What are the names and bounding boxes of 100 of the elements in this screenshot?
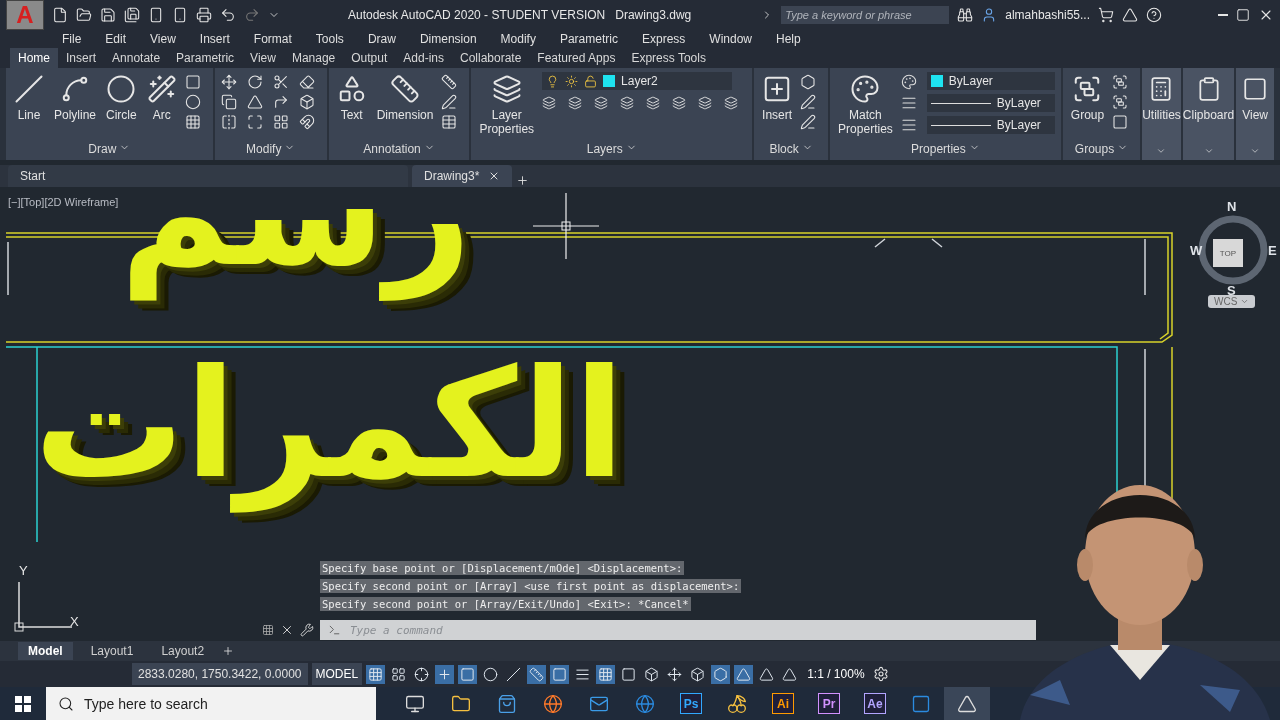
ribbon-tab[interactable]: Featured Apps <box>529 48 624 68</box>
close-icon[interactable] <box>488 170 500 182</box>
app-icon[interactable]: Pr <box>818 693 840 714</box>
tool-button[interactable]: Arc <box>144 72 179 124</box>
menu-item[interactable]: Tools <box>303 32 356 46</box>
panel-icon <box>1242 76 1269 102</box>
panel-title[interactable]: Draw <box>88 142 117 156</box>
menu-item[interactable]: Edit <box>93 32 139 46</box>
view-cube[interactable]: TOP <box>1213 239 1243 267</box>
panel-button[interactable]: Clipboard <box>1182 68 1235 160</box>
status-toggle[interactable] <box>366 664 386 684</box>
menu-item[interactable]: Format <box>241 32 304 46</box>
property-dropdown[interactable]: ByLayer <box>926 94 1055 112</box>
tool-button[interactable]: Layer Properties <box>477 72 537 138</box>
toggle-icon <box>414 666 430 682</box>
wrench-icon <box>300 623 314 637</box>
cart-icon <box>1098 7 1114 23</box>
app-icon[interactable]: Ae <box>864 693 886 714</box>
move-icon <box>220 74 237 90</box>
panel-title[interactable]: Layers <box>586 142 623 156</box>
compass-letter[interactable]: E <box>1268 243 1277 258</box>
add-layout-icon <box>222 645 235 657</box>
folder-icon <box>76 7 92 23</box>
property-dropdown[interactable]: ByLayer <box>926 116 1055 134</box>
rotate-icon <box>246 74 263 90</box>
menu-item[interactable]: Help <box>764 32 813 46</box>
compass-letter[interactable]: W <box>1190 243 1203 258</box>
menu-item[interactable]: Parametric <box>547 32 630 46</box>
save-as-icon <box>124 7 140 23</box>
ribbon-tab[interactable]: Output <box>343 48 396 68</box>
model-space-button[interactable]: MODEL <box>311 663 363 685</box>
browser-icon <box>635 693 655 714</box>
toggle-icon <box>782 666 798 682</box>
status-toggle[interactable] <box>435 664 455 684</box>
layer-icon <box>698 96 713 110</box>
help-icon <box>1146 7 1162 23</box>
viewport-label[interactable]: [−][Top][2D Wireframe] <box>8 196 119 208</box>
tool-button[interactable]: Line <box>12 72 46 124</box>
app-icon <box>911 693 931 714</box>
menu-item[interactable]: View <box>138 32 188 46</box>
ribbon-tab[interactable]: Parametric <box>168 48 243 68</box>
ribbon-tab[interactable]: Express Tools <box>623 48 714 68</box>
fillet-icon <box>272 94 289 110</box>
ribbon-tab[interactable]: Collaborate <box>452 48 530 68</box>
app-icon[interactable]: Ai <box>772 693 794 714</box>
tool-button[interactable]: Group <box>1068 72 1107 124</box>
menu-item[interactable]: Window <box>697 32 764 46</box>
search-icon <box>58 695 74 712</box>
tool-button[interactable]: Polyline <box>52 72 99 124</box>
tool-button[interactable]: Match Properties <box>836 72 895 138</box>
panel-button[interactable]: Utilities <box>1142 68 1181 160</box>
ribbon-tab[interactable]: View <box>242 48 284 68</box>
layout-tab[interactable]: Model <box>18 642 73 660</box>
compass-letter[interactable]: S <box>1227 283 1236 298</box>
layout-tab[interactable]: Layout1 <box>80 642 144 660</box>
menu-item[interactable]: Express <box>629 32 698 46</box>
toggle-icon <box>529 666 545 682</box>
menu-item[interactable]: Dimension <box>407 32 489 46</box>
tool-button[interactable]: Text <box>334 72 369 124</box>
wcs-menu[interactable]: WCS <box>1208 295 1256 308</box>
property-dropdown[interactable]: ByLayer <box>926 72 1055 90</box>
command-field[interactable]: Type a command <box>320 620 1036 640</box>
layout-tab[interactable]: Layout2 <box>151 642 215 660</box>
panel-title[interactable]: Block <box>769 142 799 156</box>
panel-title[interactable]: Groups <box>1074 142 1115 156</box>
compass-letter[interactable]: N <box>1227 199 1237 214</box>
copy-icon <box>220 94 237 110</box>
tool-button[interactable]: Circle <box>104 72 139 124</box>
menu-item[interactable]: Modify <box>488 32 548 46</box>
layer-icon <box>620 96 635 110</box>
redo-icon <box>244 7 260 23</box>
menu-item[interactable]: Insert <box>187 32 242 46</box>
status-toggle[interactable] <box>527 664 547 684</box>
ribbon-tab[interactable]: Annotate <box>104 48 169 68</box>
status-toggle[interactable] <box>550 664 570 684</box>
ribbon-tab[interactable]: Manage <box>283 48 344 68</box>
menu-item[interactable]: Draw <box>355 32 408 46</box>
crosshair-cursor <box>533 193 599 259</box>
search-field[interactable]: Type a keyword or phrase <box>781 6 950 24</box>
toggle-icon <box>713 666 729 682</box>
user-name[interactable]: almahbashi55... <box>1005 8 1090 22</box>
status-toggle[interactable] <box>734 664 754 684</box>
ribbon-tab[interactable]: Add-ins <box>395 48 452 68</box>
annotation-scale[interactable]: 1:1 / 100% <box>803 667 869 681</box>
toggle-icon <box>598 666 614 682</box>
terminal-icon <box>328 623 341 637</box>
taskbar-search-field[interactable]: Type here to search <box>46 687 376 720</box>
status-toggle[interactable] <box>596 664 616 684</box>
panel-title[interactable]: Properties <box>911 142 966 156</box>
menu-item[interactable]: File <box>50 32 94 46</box>
app-icon[interactable]: Ps <box>680 693 702 714</box>
ribbon-tab[interactable]: Insert <box>58 48 105 68</box>
layer-dropdown[interactable]: Layer2 <box>542 72 733 90</box>
status-toggle[interactable] <box>711 664 731 684</box>
tool-button[interactable]: Dimension <box>374 72 436 124</box>
tool-button[interactable]: Insert <box>760 72 795 124</box>
ribbon-tab[interactable]: Home <box>10 48 58 68</box>
panel-button[interactable]: View <box>1236 68 1274 160</box>
status-toggle[interactable] <box>458 664 478 684</box>
layer-stack-icon <box>491 74 522 104</box>
